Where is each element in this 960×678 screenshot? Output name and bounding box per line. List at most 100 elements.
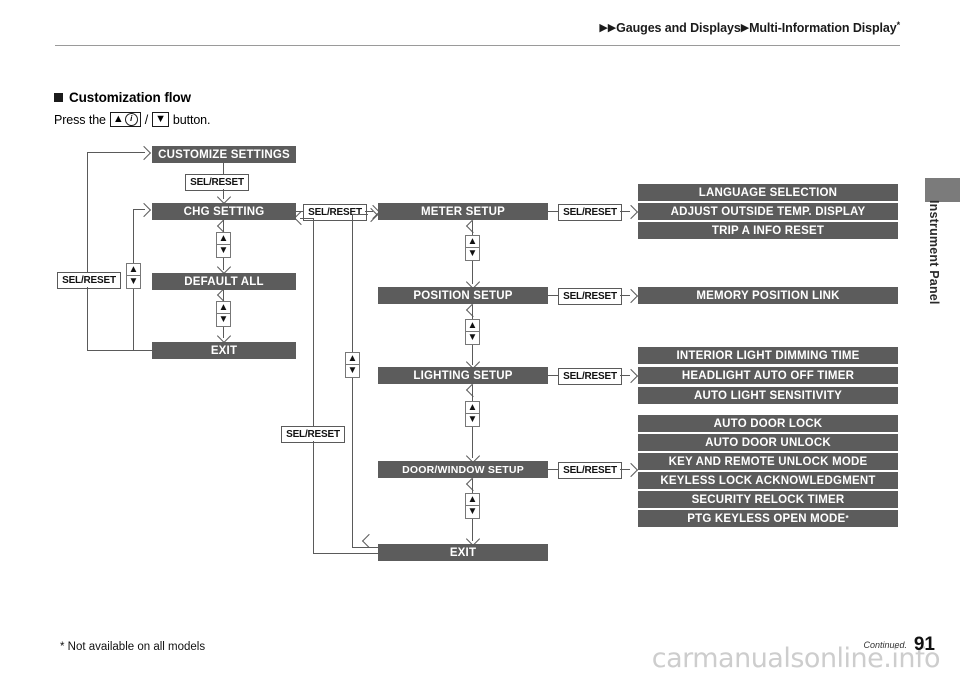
up-down-toggle[interactable]: ▲ ▼ bbox=[465, 401, 480, 427]
triangle-down-glyph: ▼ bbox=[467, 506, 478, 517]
sel-reset-label-1[interactable]: SEL/RESET bbox=[185, 174, 249, 191]
up-info-button-icon: ▲ i bbox=[109, 112, 141, 127]
flow-node-lighting-setup[interactable]: LIGHTING SETUP bbox=[378, 367, 548, 384]
connector bbox=[548, 375, 559, 377]
up-arrow-cell[interactable]: ▲ bbox=[465, 401, 480, 414]
arrowhead-up-icon bbox=[216, 218, 232, 234]
up-arrow-cell[interactable]: ▲ bbox=[216, 301, 231, 314]
connector bbox=[87, 152, 89, 272]
triangle-down-glyph: ▼ bbox=[467, 414, 478, 425]
flow-node-interior-light-dimming-time[interactable]: INTERIOR LIGHT DIMMING TIME bbox=[638, 347, 898, 364]
header-divider bbox=[55, 45, 900, 46]
up-arrow-cell[interactable]: ▲ bbox=[465, 319, 480, 332]
sel-reset-text: SEL/RESET bbox=[563, 465, 617, 476]
arrowhead-up-icon bbox=[465, 218, 481, 234]
up-down-toggle[interactable]: ▲ ▼ bbox=[465, 493, 480, 519]
arrowhead-up-icon bbox=[465, 476, 481, 492]
flow-node-auto-door-lock[interactable]: AUTO DOOR LOCK bbox=[638, 415, 898, 432]
arrowhead-up-icon bbox=[216, 287, 232, 303]
arrowhead-right-icon bbox=[623, 462, 639, 478]
flow-node-auto-light-sensitivity[interactable]: AUTO LIGHT SENSITIVITY bbox=[638, 387, 898, 404]
breadcrumb-item-mid: Multi-Information Display bbox=[749, 21, 897, 35]
flow-node-exit-left[interactable]: EXIT bbox=[152, 342, 296, 359]
flow-node-headlight-auto-off-timer[interactable]: HEADLIGHT AUTO OFF TIMER bbox=[638, 367, 898, 384]
node-label-asterisk: * bbox=[845, 514, 849, 523]
flow-node-chg-setting[interactable]: CHG SETTING bbox=[152, 203, 296, 220]
arrowhead-right-icon bbox=[623, 368, 639, 384]
down-arrow-cell[interactable]: ▼ bbox=[126, 276, 141, 289]
down-arrow-cell[interactable]: ▼ bbox=[465, 332, 480, 345]
instruction-suffix: button. bbox=[172, 112, 211, 127]
flow-node-trip-a-info-reset[interactable]: TRIP A INFO RESET bbox=[638, 222, 898, 239]
up-arrow-cell[interactable]: ▲ bbox=[465, 235, 480, 248]
down-arrow-cell[interactable]: ▼ bbox=[345, 365, 360, 378]
up-arrow-cell[interactable]: ▲ bbox=[126, 263, 141, 276]
node-label: CHG SETTING bbox=[183, 205, 265, 218]
up-arrow-cell[interactable]: ▲ bbox=[345, 352, 360, 365]
up-arrow-cell[interactable]: ▲ bbox=[216, 232, 231, 245]
triangle-down-glyph: ▼ bbox=[155, 113, 166, 125]
sel-reset-label-7[interactable]: SEL/RESET bbox=[558, 368, 622, 385]
flow-node-customize-settings[interactable]: CUSTOMIZE SETTINGS bbox=[152, 146, 296, 163]
instruction-prefix: Press the bbox=[54, 112, 106, 127]
manual-page: ▶▶Gauges and Displays▶Multi-Information … bbox=[0, 0, 960, 678]
flow-node-memory-position-link[interactable]: MEMORY POSITION LINK bbox=[638, 287, 898, 304]
up-down-toggle[interactable]: ▲ ▼ bbox=[126, 263, 141, 289]
triangle-up-glyph: ▲ bbox=[467, 401, 478, 413]
sel-reset-text: SEL/RESET bbox=[563, 207, 617, 218]
node-label: AUTO LIGHT SENSITIVITY bbox=[694, 389, 842, 402]
sel-reset-label-8[interactable]: SEL/RESET bbox=[558, 462, 622, 479]
sel-reset-label-5[interactable]: SEL/RESET bbox=[558, 204, 622, 221]
flow-node-security-relock-timer[interactable]: SECURITY RELOCK TIMER bbox=[638, 491, 898, 508]
down-arrow-cell[interactable]: ▼ bbox=[465, 414, 480, 427]
up-arrow-cell[interactable]: ▲ bbox=[465, 493, 480, 506]
arrowhead-right-icon bbox=[623, 204, 639, 220]
up-down-toggle[interactable]: ▲ ▼ bbox=[216, 301, 231, 327]
sel-reset-label-6[interactable]: SEL/RESET bbox=[558, 288, 622, 305]
flow-node-position-setup[interactable]: POSITION SETUP bbox=[378, 287, 548, 304]
sel-reset-text: SEL/RESET bbox=[308, 207, 362, 218]
down-arrow-cell[interactable]: ▼ bbox=[465, 506, 480, 519]
node-label: MEMORY POSITION LINK bbox=[696, 289, 840, 302]
flow-node-door-window-setup[interactable]: DOOR/WINDOW SETUP bbox=[378, 461, 548, 478]
node-label: SECURITY RELOCK TIMER bbox=[691, 493, 845, 506]
node-label: METER SETUP bbox=[421, 205, 505, 218]
down-button-icon: ▼ bbox=[152, 112, 169, 127]
chapter-tab-marker bbox=[925, 178, 960, 202]
arrowhead-down-icon bbox=[216, 259, 232, 275]
up-down-toggle[interactable]: ▲ ▼ bbox=[465, 319, 480, 345]
square-bullet-icon bbox=[54, 93, 63, 102]
footnote: * Not available on all models bbox=[60, 641, 206, 653]
node-label: LIGHTING SETUP bbox=[413, 369, 513, 382]
flow-node-ptg-keyless-open-mode[interactable]: PTG KEYLESS OPEN MODE * bbox=[638, 510, 898, 527]
page-number: 91 bbox=[913, 634, 935, 655]
breadcrumb-asterisk: * bbox=[896, 20, 901, 30]
up-down-toggle[interactable]: ▲ ▼ bbox=[345, 352, 360, 378]
triangle-down-glyph: ▼ bbox=[128, 276, 139, 287]
up-down-toggle[interactable]: ▲ ▼ bbox=[465, 235, 480, 261]
down-arrow-cell[interactable]: ▼ bbox=[216, 245, 231, 258]
continued-label: Continued. bbox=[863, 640, 907, 650]
down-arrow-cell[interactable]: ▼ bbox=[465, 248, 480, 261]
up-down-toggle[interactable]: ▲ ▼ bbox=[216, 232, 231, 258]
flow-node-adjust-outside-temp-display[interactable]: ADJUST OUTSIDE TEMP. DISPLAY bbox=[638, 203, 898, 220]
chevron-right-icon: ▶ bbox=[740, 22, 750, 34]
flow-node-auto-door-unlock[interactable]: AUTO DOOR UNLOCK bbox=[638, 434, 898, 451]
breadcrumb: ▶▶Gauges and Displays▶Multi-Information … bbox=[599, 20, 900, 35]
connector bbox=[300, 218, 314, 220]
connector bbox=[313, 553, 380, 555]
flow-node-exit-middle[interactable]: EXIT bbox=[378, 544, 548, 561]
flow-node-meter-setup[interactable]: METER SETUP bbox=[378, 203, 548, 220]
arrowhead-right-icon bbox=[136, 145, 152, 161]
down-arrow-cell[interactable]: ▼ bbox=[216, 314, 231, 327]
node-label: CUSTOMIZE SETTINGS bbox=[158, 148, 290, 161]
flow-node-key-and-remote-unlock-mode[interactable]: KEY AND REMOTE UNLOCK MODE bbox=[638, 453, 898, 470]
triangle-down-glyph: ▼ bbox=[347, 365, 358, 376]
flow-node-keyless-lock-acknowledgment[interactable]: KEYLESS LOCK ACKNOWLEDGMENT bbox=[638, 472, 898, 489]
node-label: HEADLIGHT AUTO OFF TIMER bbox=[681, 369, 855, 382]
flow-node-language-selection[interactable]: LANGUAGE SELECTION bbox=[638, 184, 898, 201]
sel-reset-label-2[interactable]: SEL/RESET bbox=[57, 272, 121, 289]
info-circle-glyph: i bbox=[124, 113, 138, 126]
triangle-down-glyph: ▼ bbox=[218, 314, 229, 325]
node-label: DEFAULT ALL bbox=[184, 275, 264, 288]
